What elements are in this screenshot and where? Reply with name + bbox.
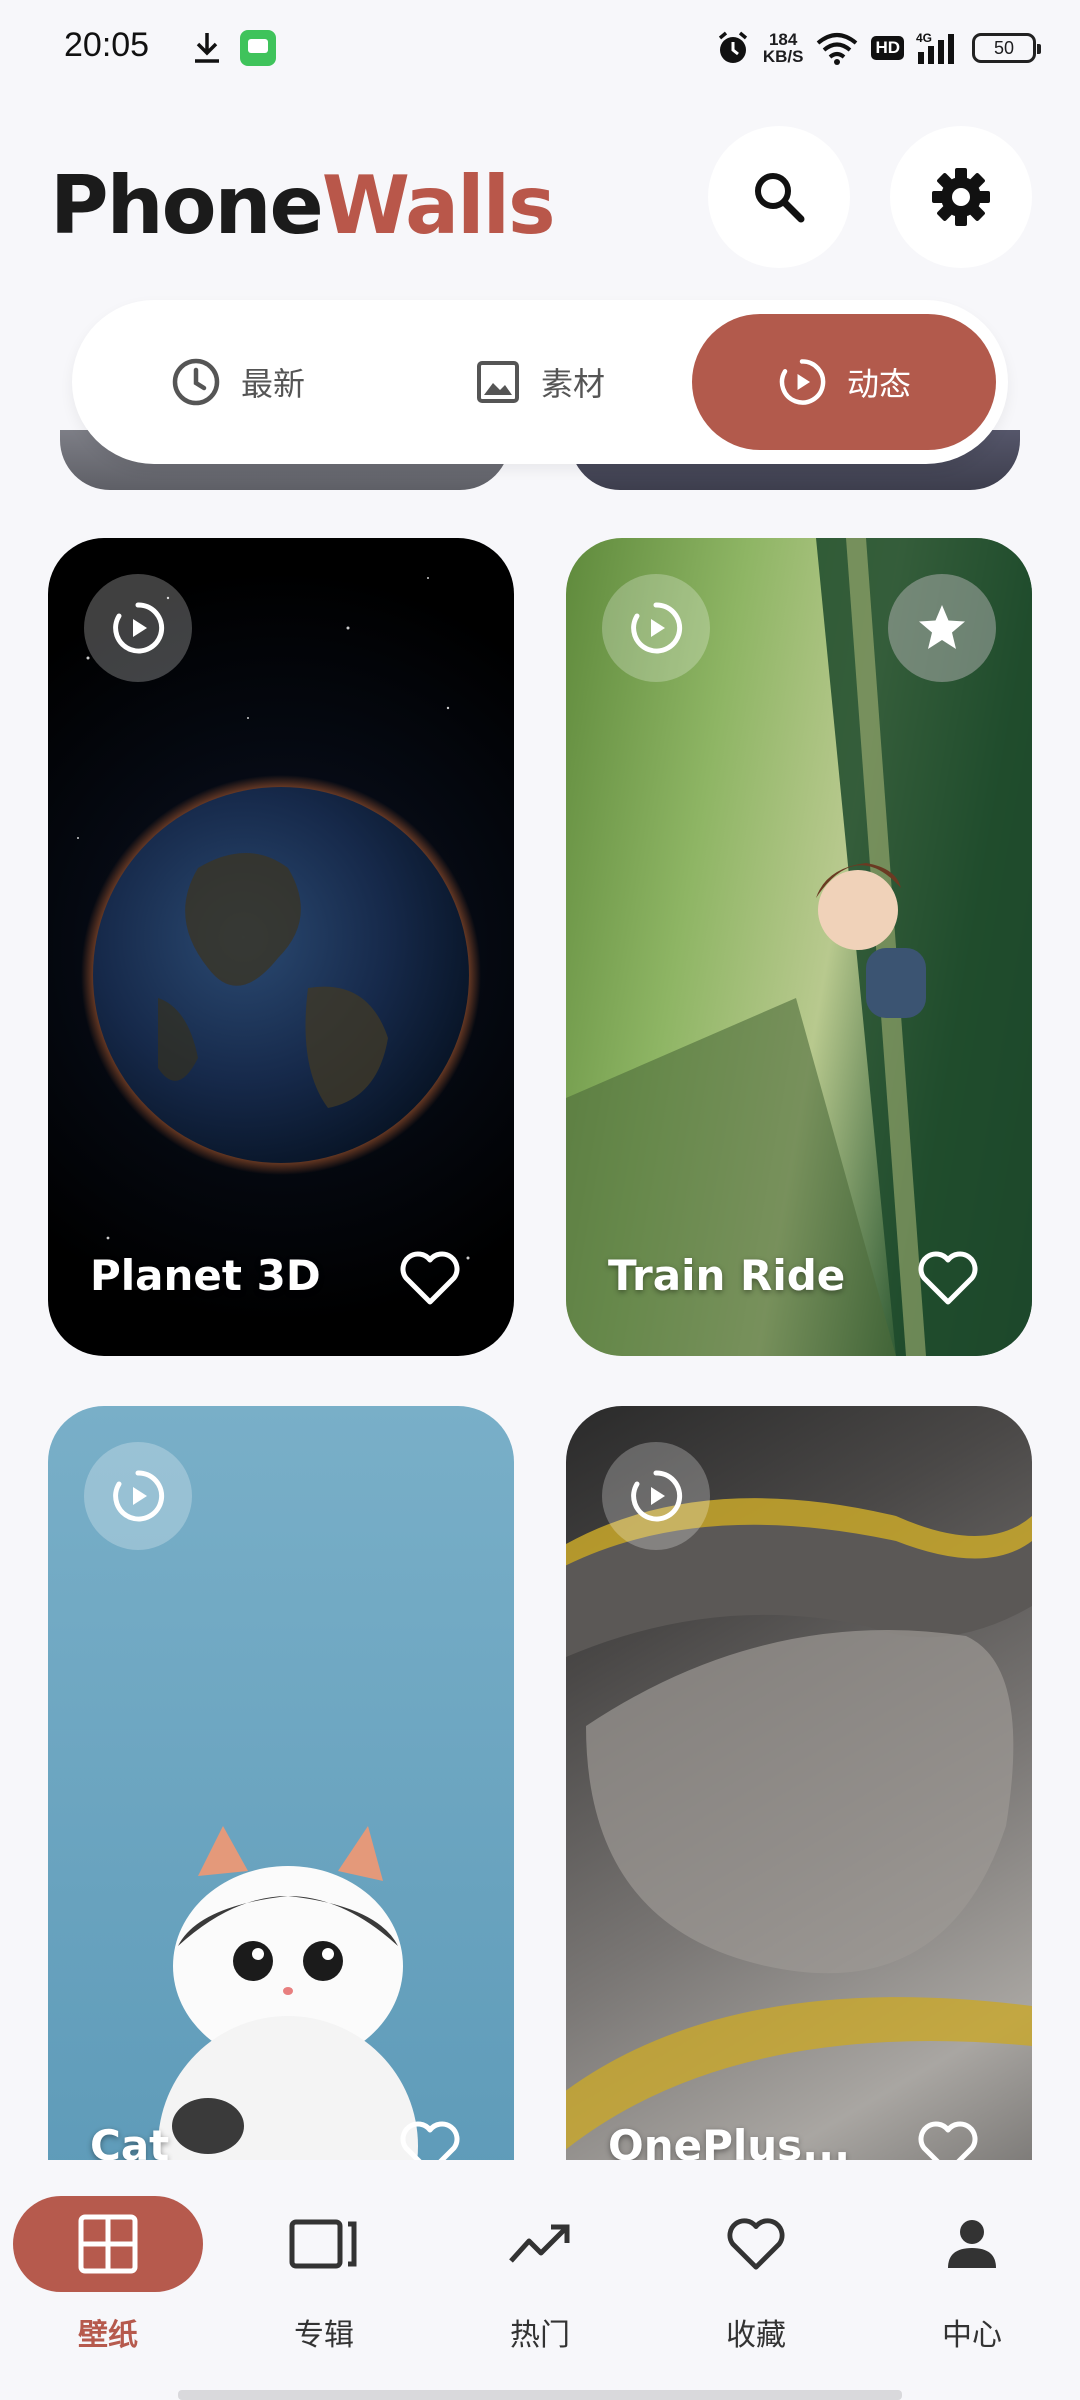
grid-icon [78, 2214, 138, 2274]
alarm-icon [718, 31, 747, 63]
tab-material[interactable]: 素材 [388, 314, 692, 450]
network-speed: 184 KB/S [762, 30, 804, 66]
search-button[interactable] [708, 126, 850, 268]
bottom-navigation: 壁纸 专辑 热门 收藏 中心 [0, 2160, 1080, 2400]
tab-label: 素材 [540, 365, 605, 403]
live-badge [602, 1442, 710, 1550]
status-icons: 184 KB/S HD 4G 50 [715, 26, 1041, 70]
gesture-bar[interactable] [178, 2390, 902, 2400]
live-play-icon [631, 602, 683, 654]
nav-profile[interactable]: 中心 [872, 2196, 1072, 2376]
tab-label: 最新 [240, 365, 305, 403]
live-play-icon [631, 1470, 683, 1522]
live-play-icon [779, 359, 826, 405]
category-tabs: 最新 素材 动态 [72, 300, 1008, 464]
nav-icon-container [288, 2196, 360, 2292]
heart-icon[interactable] [398, 1248, 462, 1308]
nav-icon-container [725, 2196, 787, 2292]
tab-live[interactable]: 动态 [692, 314, 996, 450]
status-time: 20:05 [64, 26, 150, 64]
tab-latest[interactable]: 最新 [86, 314, 390, 450]
card-title: OnePlus... [608, 2121, 851, 2160]
nav-label: 壁纸 [78, 2318, 138, 2353]
wallpaper-card[interactable]: Cat [48, 1406, 514, 2160]
wallpaper-grid: Planet 3D Train Ride Cat OnePlus... [0, 430, 1080, 2160]
nav-favorites[interactable]: 收藏 [656, 2196, 856, 2376]
wallpaper-card[interactable]: Planet 3D [48, 538, 514, 1356]
nav-label: 专辑 [294, 2318, 354, 2353]
live-badge [84, 574, 192, 682]
tab-label: 动态 [846, 365, 911, 403]
live-badge [602, 574, 710, 682]
nav-trending[interactable]: 热门 [440, 2196, 640, 2376]
card-title: Cat [90, 2121, 170, 2160]
wallpaper-card[interactable]: OnePlus... [566, 1406, 1032, 2160]
nav-icon-container [944, 2196, 1000, 2292]
wifi-icon [817, 33, 858, 65]
status-bar: 20:05 184 KB/S HD 4G 50 [0, 0, 1080, 96]
heart-icon [727, 2218, 785, 2270]
person-icon [948, 2220, 996, 2268]
live-play-icon [113, 602, 165, 654]
live-play-icon [113, 1470, 165, 1522]
gear-icon [932, 168, 990, 226]
nav-wallpapers[interactable]: 壁纸 [8, 2196, 208, 2376]
settings-button[interactable] [890, 126, 1032, 268]
clock-icon [172, 358, 220, 406]
message-app-icon [240, 30, 276, 66]
featured-badge [888, 574, 996, 682]
nav-icon-container [13, 2196, 203, 2292]
heart-icon[interactable] [916, 2118, 980, 2160]
app-logo: PhoneWalls [50, 159, 556, 252]
nav-label: 收藏 [726, 2318, 786, 2353]
download-icon [195, 33, 219, 63]
card-title: Train Ride [608, 1251, 846, 1300]
image-icon [476, 361, 519, 403]
signal-icon: 4G [916, 31, 954, 64]
svg-text:4G: 4G [916, 31, 932, 45]
search-icon [755, 173, 805, 223]
nav-label: 热门 [510, 2318, 570, 2353]
battery-indicator: 50 [972, 33, 1041, 63]
nav-albums[interactable]: 专辑 [224, 2196, 424, 2376]
wallpaper-card[interactable]: Train Ride [566, 538, 1032, 1356]
nav-label: 中心 [942, 2318, 1002, 2353]
card-title: Planet 3D [90, 1251, 321, 1300]
heart-icon[interactable] [916, 1248, 980, 1308]
album-icon [289, 2219, 357, 2269]
live-badge [84, 1442, 192, 1550]
nav-icon-container [507, 2196, 573, 2292]
star-icon [919, 605, 965, 649]
heart-icon[interactable] [398, 2118, 462, 2160]
trending-icon [509, 2224, 570, 2263]
hd-badge: HD [871, 36, 904, 60]
